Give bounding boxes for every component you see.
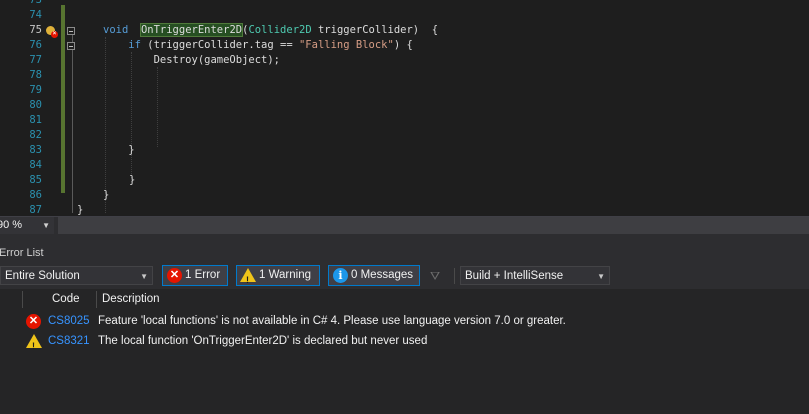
code-line[interactable]: 87} bbox=[0, 203, 809, 216]
code-line[interactable]: 75 void OnTriggerEnter2D(Collider2D trigg… bbox=[0, 23, 809, 38]
toolbar-separator bbox=[454, 268, 455, 284]
table-row[interactable]: ✕ CS8025 Feature 'local functions' is no… bbox=[0, 311, 809, 332]
chevron-down-icon: ▼ bbox=[140, 272, 148, 281]
error-list-rows: ✕ CS8025 Feature 'local functions' is no… bbox=[0, 310, 809, 414]
code-line[interactable]: 78 bbox=[0, 68, 809, 83]
error-circle-icon: ✕ bbox=[167, 268, 182, 283]
error-list-toolbar: Entire Solution ▼ ✕ 1 Error ! 1 Warning … bbox=[0, 263, 809, 289]
warnings-filter-button[interactable]: ! 1 Warning bbox=[236, 265, 320, 286]
errors-filter-button[interactable]: ✕ 1 Error bbox=[162, 265, 228, 286]
build-filter-dropdown[interactable]: Build + IntelliSense ▼ bbox=[460, 266, 610, 285]
line-number: 76 bbox=[29, 39, 42, 51]
code-line[interactable]: 80 bbox=[0, 98, 809, 113]
error-circle-icon: ✕ bbox=[26, 314, 41, 329]
error-list-titlebar: Error List bbox=[0, 243, 809, 263]
code-text: if (triggerCollider.tag == "Falling Bloc… bbox=[103, 38, 413, 53]
code-text: } bbox=[77, 203, 83, 216]
line-number: 73 bbox=[29, 0, 42, 6]
code-line[interactable]: 83 } bbox=[0, 143, 809, 158]
code-token: } bbox=[103, 144, 135, 156]
code-token: } bbox=[129, 174, 136, 186]
code-line[interactable]: 74 bbox=[0, 8, 809, 23]
code-token: } bbox=[77, 204, 84, 216]
error-code-link[interactable]: CS8025 bbox=[48, 311, 90, 332]
line-number: 75 bbox=[29, 24, 42, 36]
editor-bottom-bar: 90 % ▼ bbox=[0, 216, 809, 234]
column-divider[interactable] bbox=[22, 291, 23, 308]
panel-splitter[interactable] bbox=[0, 234, 809, 243]
panel-title: Error List bbox=[0, 247, 44, 259]
code-token: (triggerCollider.tag == bbox=[140, 39, 299, 51]
zoom-dropdown[interactable]: 90 % ▼ bbox=[0, 217, 54, 234]
line-number: 84 bbox=[29, 159, 42, 171]
code-token: Destroy(gameObject); bbox=[103, 54, 281, 66]
scope-value: Entire Solution bbox=[5, 270, 80, 282]
line-number: 87 bbox=[29, 204, 42, 216]
code-text: } bbox=[129, 173, 135, 188]
code-line[interactable]: 73 bbox=[0, 0, 809, 8]
code-line[interactable]: 81 bbox=[0, 113, 809, 128]
code-line[interactable]: 76 if (triggerCollider.tag == "Falling B… bbox=[0, 38, 809, 53]
code-token: triggerCollider) { bbox=[311, 24, 439, 36]
code-token: void bbox=[103, 24, 129, 36]
line-number: 79 bbox=[29, 84, 42, 96]
line-number: 82 bbox=[29, 129, 42, 141]
line-number: 78 bbox=[29, 69, 42, 81]
code-token: } bbox=[103, 189, 110, 201]
code-token: ) { bbox=[393, 39, 413, 51]
error-description: The local function 'OnTriggerEnter2D' is… bbox=[98, 335, 428, 347]
column-header-description[interactable]: Description bbox=[102, 289, 160, 310]
column-divider[interactable] bbox=[96, 291, 97, 308]
messages-count-label: 0 Messages bbox=[351, 269, 414, 281]
code-line[interactable]: 86} bbox=[0, 188, 809, 203]
error-description: Feature 'local functions' is not availab… bbox=[98, 315, 566, 327]
scope-dropdown[interactable]: Entire Solution ▼ bbox=[0, 266, 153, 285]
build-filter-value: Build + IntelliSense bbox=[465, 270, 564, 282]
chevron-down-icon: ▼ bbox=[597, 272, 605, 281]
line-number: 86 bbox=[29, 189, 42, 201]
line-number: 85 bbox=[29, 174, 42, 186]
zoom-level: 90 % bbox=[0, 219, 23, 231]
line-number: 74 bbox=[29, 9, 42, 21]
messages-filter-button[interactable]: i 0 Messages bbox=[328, 265, 420, 286]
info-circle-icon: i bbox=[333, 268, 348, 283]
highlighted-symbol: OnTriggerEnter2D bbox=[139, 23, 244, 37]
code-token: if bbox=[103, 39, 141, 51]
code-line[interactable]: 85} bbox=[0, 173, 809, 188]
errors-count-label: 1 Error bbox=[185, 269, 221, 281]
code-text: void OnTriggerEnter2D(Collider2D trigger… bbox=[103, 23, 438, 38]
code-token: Collider2D bbox=[248, 24, 312, 36]
code-line[interactable]: 82 bbox=[0, 128, 809, 143]
table-row[interactable]: ! CS8321 The local function 'OnTriggerEn… bbox=[0, 331, 809, 352]
code-text: Destroy(gameObject); bbox=[103, 53, 280, 68]
filter-icon[interactable]: ⛛ bbox=[430, 269, 440, 284]
line-number: 80 bbox=[29, 99, 42, 111]
error-code-link[interactable]: CS8321 bbox=[48, 331, 90, 352]
warnings-count-label: 1 Warning bbox=[259, 269, 311, 281]
code-token: "Falling Block" bbox=[298, 39, 394, 51]
horizontal-scrollbar[interactable] bbox=[58, 217, 809, 234]
code-line[interactable]: 79 bbox=[0, 83, 809, 98]
code-line[interactable]: 77 Destroy(gameObject); bbox=[0, 53, 809, 68]
chevron-down-icon: ▼ bbox=[42, 221, 50, 230]
code-text: } bbox=[103, 188, 109, 203]
code-text: } bbox=[103, 143, 135, 158]
line-number: 83 bbox=[29, 144, 42, 156]
code-editor[interactable]: × 73 74 75 void OnTriggerEnter2D(Collider2D… bbox=[0, 0, 809, 216]
line-number: 81 bbox=[29, 114, 42, 126]
line-number: 77 bbox=[29, 54, 42, 66]
error-list-header: Code Description bbox=[0, 289, 809, 311]
column-header-code[interactable]: Code bbox=[52, 289, 80, 310]
code-line[interactable]: 84 bbox=[0, 158, 809, 173]
